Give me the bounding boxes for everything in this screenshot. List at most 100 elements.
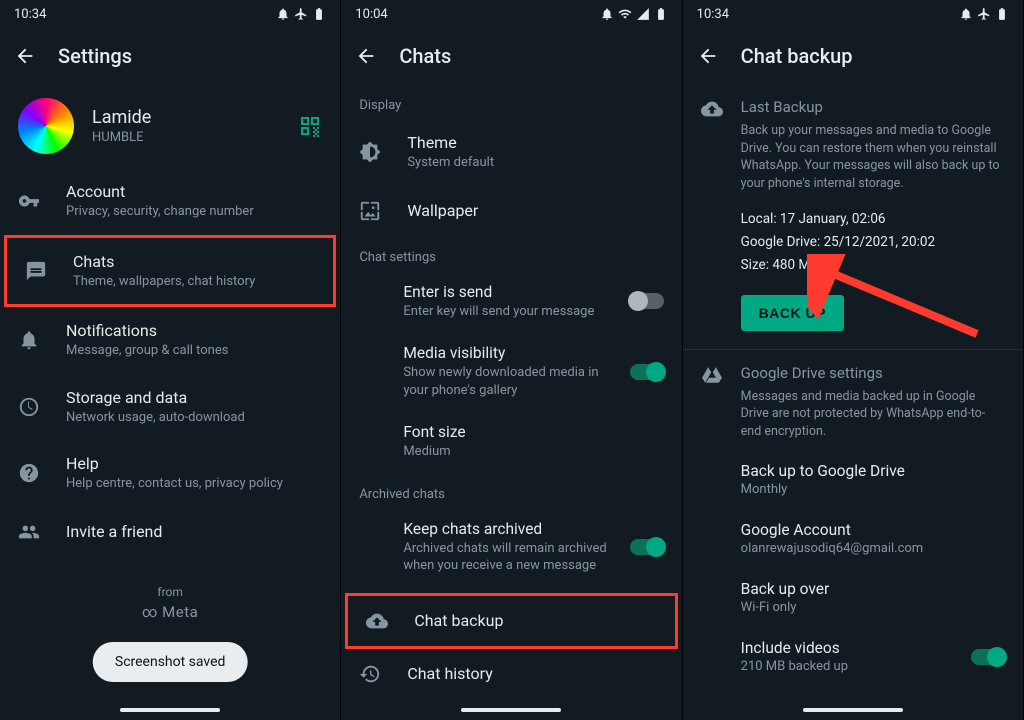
backup-gdrive: Google Drive: 25/12/2021, 20:02	[741, 231, 1005, 254]
title-bar: Chat backup	[683, 28, 1023, 84]
airplane-icon	[294, 7, 308, 21]
backup-button[interactable]: BACK UP	[741, 295, 844, 331]
chat-icon	[25, 260, 47, 282]
item-title: Google Account	[741, 521, 1005, 539]
chats-item-chat-backup[interactable]: Chat backup	[348, 596, 674, 646]
toast-snackbar[interactable]: Screenshot saved	[93, 642, 248, 682]
profile-name: Lamide	[92, 107, 280, 128]
status-icons	[959, 7, 1009, 21]
back-icon[interactable]	[355, 45, 377, 67]
backup-local: Local: 17 January, 02:06	[741, 208, 1005, 231]
chats-item-font-size[interactable]: Font size Medium	[341, 411, 681, 473]
highlight-chats: Chats Theme, wallpapers, chat history	[4, 235, 336, 308]
item-title: Back up over	[741, 580, 1005, 598]
item-title: Notifications	[66, 321, 228, 340]
google-drive-icon	[701, 364, 723, 441]
item-sub: Enter key will send your message	[403, 303, 615, 321]
wifi-icon	[618, 7, 632, 21]
chats-item-keep-archived[interactable]: Keep chats archived Archived chats will …	[341, 508, 681, 587]
toggle-include-videos[interactable]	[971, 649, 1005, 665]
google-account[interactable]: Google Account olanrewajusodiq64@gmail.c…	[683, 509, 1023, 568]
settings-item-invite[interactable]: Invite a friend	[0, 507, 340, 557]
item-sub: Privacy, security, change number	[66, 203, 254, 221]
settings-item-storage[interactable]: Storage and data Network usage, auto-dow…	[0, 374, 340, 441]
from-meta: from ∞ Meta	[0, 585, 340, 621]
nav-pill[interactable]	[120, 708, 220, 712]
page-title: Chats	[399, 44, 451, 68]
status-bar: 10:34	[683, 0, 1023, 28]
theme-icon	[359, 141, 381, 163]
gdrive-settings-section: Google Drive settings Messages and media…	[683, 350, 1023, 451]
dnd-icon	[959, 7, 973, 21]
item-title: Chat backup	[414, 611, 503, 630]
history-icon	[359, 663, 381, 685]
item-sub: Show newly downloaded media in your phon…	[403, 364, 615, 399]
back-icon[interactable]	[14, 45, 36, 67]
backup-over[interactable]: Back up over Wi-Fi only	[683, 568, 1023, 627]
toggle-media-visibility[interactable]	[630, 364, 664, 380]
bell-icon	[18, 329, 40, 351]
section-archived: Archived chats	[341, 473, 681, 508]
toggle-enter-send[interactable]	[630, 293, 664, 309]
toggle-keep-archived[interactable]	[630, 539, 664, 555]
item-sub: Medium	[403, 443, 663, 461]
battery-icon	[654, 7, 668, 21]
backup-description: Back up your messages and media to Googl…	[741, 122, 1005, 192]
settings-item-account[interactable]: Account Privacy, security, change number	[0, 168, 340, 235]
help-icon	[18, 462, 40, 484]
people-icon	[18, 521, 40, 543]
item-title: Back up to Google Drive	[741, 462, 1005, 480]
item-title: Keep chats archived	[403, 520, 615, 538]
clock: 10:04	[355, 7, 387, 22]
chats-item-chat-history[interactable]: Chat history	[341, 649, 681, 699]
clock: 10:34	[14, 7, 46, 22]
profile-row[interactable]: Lamide HUMBLE	[0, 84, 340, 168]
status-bar: 10:04	[341, 0, 681, 28]
status-icons	[600, 7, 668, 21]
settings-item-help[interactable]: Help Help centre, contact us, privacy po…	[0, 440, 340, 507]
key-icon	[18, 190, 40, 212]
battery-icon	[312, 7, 326, 21]
settings-item-chats[interactable]: Chats Theme, wallpapers, chat history	[7, 238, 333, 305]
item-sub: olanrewajusodiq64@gmail.com	[741, 541, 1005, 556]
status-icons	[276, 7, 326, 21]
qr-icon[interactable]	[298, 114, 322, 138]
item-sub: Help centre, contact us, privacy policy	[66, 475, 283, 493]
item-sub: Monthly	[741, 482, 1005, 497]
settings-pane: 10:34 Settings Lamide HUMBLE Account Pri…	[0, 0, 341, 720]
avatar	[18, 98, 74, 154]
include-videos[interactable]: Include videos 210 MB backed up	[683, 627, 1023, 686]
section-display: Display	[341, 84, 681, 119]
chats-item-theme[interactable]: Theme System default	[341, 119, 681, 186]
item-sub: Message, group & call tones	[66, 342, 228, 360]
nav-pill[interactable]	[803, 708, 903, 712]
back-icon[interactable]	[697, 45, 719, 67]
airplane-icon	[977, 7, 991, 21]
status-bar: 10:34	[0, 0, 340, 28]
backup-to-gdrive[interactable]: Back up to Google Drive Monthly	[683, 450, 1023, 509]
battery-icon	[995, 7, 1009, 21]
item-title: Invite a friend	[66, 522, 162, 541]
chats-item-wallpaper[interactable]: Wallpaper	[341, 186, 681, 236]
chat-backup-pane: 10:34 Chat backup Last Backup Back up yo…	[683, 0, 1024, 720]
profile-status: HUMBLE	[92, 130, 280, 145]
nav-pill[interactable]	[461, 708, 561, 712]
last-backup-section: Last Backup Back up your messages and me…	[683, 84, 1023, 202]
item-sub: System default	[407, 154, 494, 172]
gdrive-description: Messages and media backed up in Google D…	[741, 388, 1005, 441]
item-title: Storage and data	[66, 388, 245, 407]
item-title: Chats	[73, 252, 255, 271]
settings-item-notifications[interactable]: Notifications Message, group & call tone…	[0, 307, 340, 374]
chats-pane: 10:04 Chats Display Theme System default…	[341, 0, 682, 720]
chats-item-enter-send[interactable]: Enter is send Enter key will send your m…	[341, 271, 681, 333]
item-title: Font size	[403, 423, 663, 441]
chats-item-media-visibility[interactable]: Media visibility Show newly downloaded m…	[341, 332, 681, 411]
item-title: Theme	[407, 133, 494, 152]
page-title: Settings	[58, 44, 132, 68]
wallpaper-icon	[359, 200, 381, 222]
backup-stats: Local: 17 January, 02:06 Google Drive: 2…	[683, 202, 1023, 283]
page-title: Chat backup	[741, 44, 853, 68]
title-bar: Chats	[341, 28, 681, 84]
clock: 10:34	[697, 7, 729, 22]
gdrive-header: Google Drive settings	[741, 364, 1005, 382]
